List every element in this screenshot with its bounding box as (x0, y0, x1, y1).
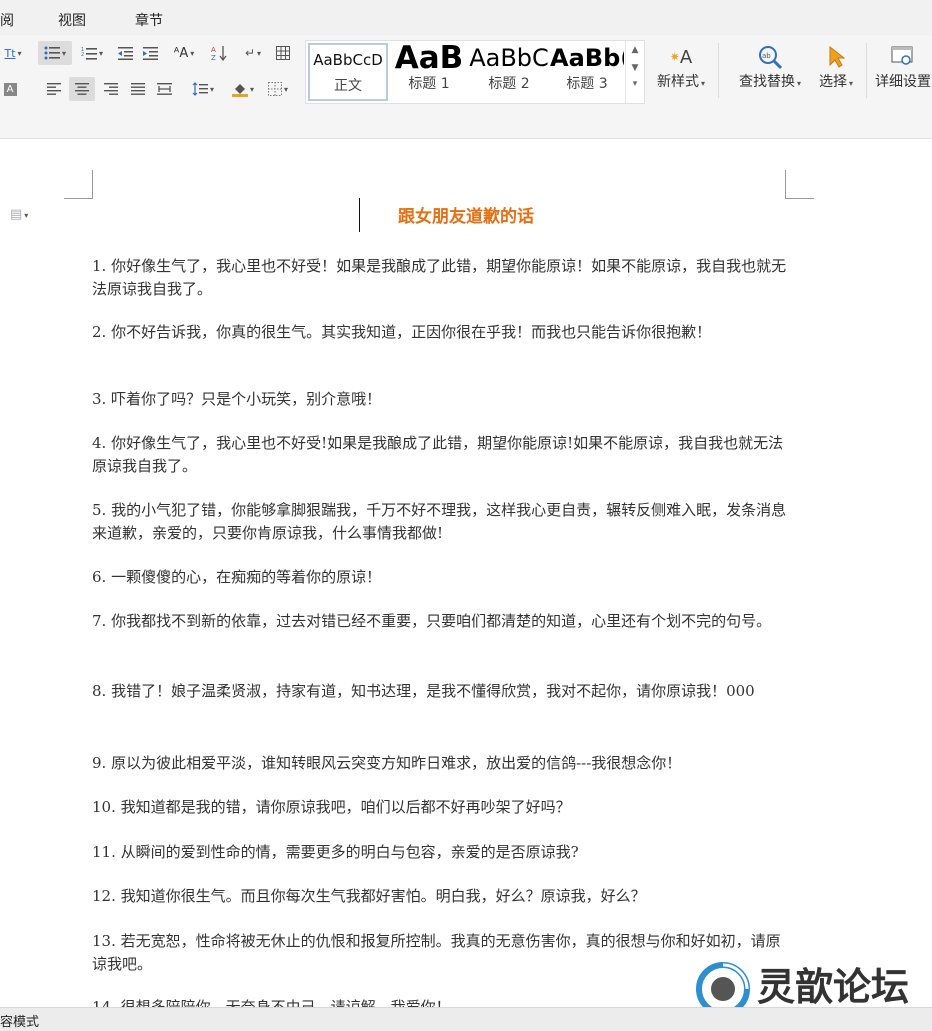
align-right-button[interactable] (99, 77, 123, 101)
cursor-icon (812, 43, 860, 71)
text-format-icon[interactable]: Tt ▾ (0, 41, 26, 65)
svg-text:灵歆论坛: 灵歆论坛 (757, 965, 909, 1009)
line-spacing-button[interactable]: ▾ (186, 77, 220, 101)
style-heading-2-label: 标题 2 (488, 76, 530, 92)
page-corner-mark (785, 170, 814, 199)
svg-text:Z: Z (211, 54, 216, 61)
page-corner-mark (64, 170, 93, 199)
line-spacing-icon (192, 82, 208, 96)
borders-button[interactable]: ▾ (262, 77, 294, 101)
paragraph-marks-button[interactable]: ↵ ▾ (239, 41, 267, 65)
numbered-list-button[interactable]: 1 2 ▾ (76, 41, 108, 65)
bullet-list-button[interactable]: ▾ (38, 41, 72, 65)
paragraph-11: 11. 从瞬间的爱到性命的情，需要更多的明白与包容，亲爱的是否原谅我? (92, 843, 579, 861)
new-style-button[interactable]: ✷ A 新样式 ▾ (648, 43, 714, 91)
style-normal[interactable]: AaBbCcD 正文 (308, 43, 388, 101)
style-heading-2-preview: AaBbC (469, 44, 549, 72)
gallery-more-icon[interactable]: ▾ (626, 79, 644, 89)
paragraph-7: 7. 你我都找不到新的依靠，过去对错已经不重要，只要咱们都清楚的知道，心里还有个… (92, 612, 772, 630)
increase-indent-button[interactable] (139, 41, 161, 65)
bullet-list-icon (44, 46, 60, 60)
decrease-indent-icon (117, 46, 133, 60)
style-heading-1-label: 标题 1 (408, 76, 450, 92)
style-normal-label: 正文 (334, 78, 362, 94)
align-right-icon (104, 83, 118, 95)
new-style-label: 新样式 (656, 74, 699, 90)
style-heading-2[interactable]: AaBbC 标题 2 (469, 41, 549, 103)
view-mode-label[interactable]: 容模式 (0, 1011, 39, 1030)
svg-text:2: 2 (81, 52, 84, 58)
status-bar: 容模式 (0, 1007, 932, 1031)
find-replace-label: 查找替换 (738, 74, 795, 90)
find-replace-button[interactable]: ab 查找替换 ▾ (732, 43, 808, 91)
align-left-button[interactable] (42, 77, 66, 101)
highlight-a-icon[interactable]: A (0, 77, 20, 101)
menu-review[interactable]: 阅 (0, 10, 14, 30)
details-label: 详细设置 (875, 74, 931, 90)
svg-text:ab: ab (762, 52, 771, 60)
menu-chapter[interactable]: 章节 (135, 10, 163, 30)
styles-gallery: AaBbCcD 正文 AaB 标题 1 AaBbC 标题 2 AaBb( 标题 … (305, 40, 645, 104)
paragraph-14: 14. 很想多陪陪你，无奈身不由己，请谅解，我爱你！ (92, 998, 451, 1007)
style-normal-preview: AaBbCcD (313, 51, 383, 69)
sort-icon: AZ (211, 46, 227, 61)
settings-window-icon (874, 43, 932, 71)
menu-view[interactable]: 视图 (58, 10, 86, 30)
align-left-icon (47, 83, 61, 95)
align-center-icon (75, 83, 89, 95)
paragraph-9: 9. 原以为彼此相爱平淡，谁知转眼风云突变方知昨日难求，放出爱的信鸽---我很想… (92, 754, 682, 772)
paragraph-10: 10. 我知道都是我的错，请你原谅我吧，咱们以后都不好再吵架了好吗？ (92, 798, 571, 816)
select-button[interactable]: 选择 ▾ (812, 43, 860, 91)
decrease-indent-button[interactable] (114, 41, 136, 65)
details-button[interactable]: 详细设置 (874, 43, 932, 91)
paragraph-1: 1. 你好像生气了，我心里也不好受！如果是我酿成了此错，期望你能原谅！如果不能原… (92, 257, 787, 298)
svg-text:A: A (211, 46, 216, 54)
justify-icon (131, 83, 145, 95)
font-size-button[interactable]: ᴬA ▾ (168, 41, 200, 65)
paragraph-8: 8. 我错了！娘子温柔贤淑，持家有道，知书达理，是我不懂得欣赏，我对不起你，请你… (92, 682, 755, 700)
separator (866, 43, 867, 98)
style-heading-3-preview: AaBb( (550, 44, 624, 72)
numbered-list-icon: 12 (81, 47, 97, 60)
find-replace-icon: ab (732, 43, 808, 71)
paragraph-2: 2. 你不好告诉我，你真的很生气。其实我知道，正因你很在乎我！而我也只能告诉你很… (92, 323, 712, 341)
ribbon-toolbar: Tt ▾ ▾ 1 2 ▾ ᴬA ▾ AZ ↵ ▾ A ▾ ▾ ▾ AaBbCcD… (0, 35, 932, 139)
justify-button[interactable] (126, 77, 150, 101)
sort-button[interactable]: AZ (207, 41, 231, 65)
paragraph-12: 12. 我知道你很生气。而且你每次生气我都好害怕。明白我，好么？原谅我，好么？ (92, 887, 646, 905)
paragraph-6: 6. 一颗傻傻的心，在痴痴的等着你的原谅！ (92, 568, 382, 586)
distribute-icon (156, 83, 172, 95)
paragraph-3: 3. 吓着你了吗？只是个小玩笑，别介意哦！ (92, 390, 382, 408)
style-heading-1[interactable]: AaB 标题 1 (390, 41, 468, 103)
align-center-button[interactable] (69, 77, 95, 101)
paragraph-5: 5. 我的小气犯了错，你能够拿脚狠踹我，千万不好不理我，这样我心更自责，辗转反侧… (92, 501, 787, 542)
paragraph-4: 4. 你好像生气了，我心里也不好受!如果是我酿成了此错，期望你能原谅!如果不能原… (92, 434, 784, 475)
table-icon (276, 46, 290, 60)
borders-icon (267, 82, 282, 96)
text-caret (359, 198, 360, 232)
menu-bar: 阅 视图 章节 (0, 0, 932, 35)
paint-bucket-icon (231, 84, 248, 97)
document-title: 跟女朋友道歉的话 (398, 207, 534, 227)
separator (718, 43, 719, 98)
shading-button[interactable]: ▾ (226, 77, 260, 101)
select-label: 选择 (818, 74, 847, 90)
style-heading-1-preview: AaB (394, 41, 464, 75)
table-button[interactable] (272, 41, 294, 65)
style-heading-3-label: 标题 3 (566, 76, 608, 92)
paragraph-13: 13. 若无宽恕，性命将被无休止的仇恨和报复所控制。我真的无意伤害你，真的很想与… (92, 932, 781, 973)
distribute-button[interactable] (152, 77, 176, 101)
increase-indent-icon (142, 46, 158, 60)
scroll-up-icon[interactable]: ▲ (626, 45, 644, 55)
style-heading-3[interactable]: AaBb( 标题 3 (550, 41, 624, 103)
new-style-icon: ✷ A (669, 46, 693, 68)
styles-gallery-scroll[interactable]: ▲ ▼ ▾ (625, 41, 644, 103)
scroll-down-icon[interactable]: ▼ (626, 63, 644, 73)
